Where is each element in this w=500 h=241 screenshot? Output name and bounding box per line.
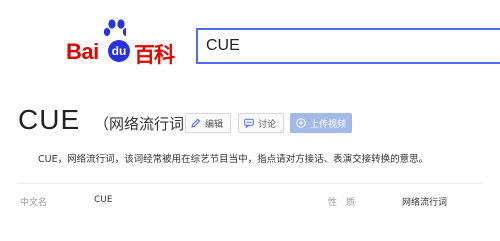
upload-video-button[interactable]: 上传视频 — [290, 113, 352, 133]
header: Bai du 百科 — [0, 0, 500, 88]
discuss-button-label: 讨论 — [258, 119, 277, 130]
edit-button[interactable]: 编辑 — [185, 113, 231, 133]
chinese-name-label: 中文名 — [20, 198, 48, 208]
plus-circle-icon — [296, 118, 306, 128]
entry-summary: CUE，网络流行词，该词经常被用在综艺节目当中，指点请对方接话、表演交接转换的意… — [38, 154, 429, 165]
nature-value: 网络流行词 — [402, 198, 448, 208]
chat-icon — [244, 118, 254, 128]
entry-subtitle: （网络流行词） — [94, 115, 200, 133]
logo-bai-text: Bai — [66, 39, 99, 64]
logo-baike-text: 百科 — [134, 43, 175, 67]
logo-du-badge: du — [108, 40, 130, 62]
upload-video-button-label: 上传视频 — [310, 119, 347, 130]
chinese-name-value: CUE — [94, 195, 113, 205]
nature-label: 性 质 — [328, 198, 356, 208]
divider — [18, 183, 482, 184]
pencil-icon — [191, 118, 201, 128]
search-box[interactable] — [196, 28, 500, 64]
search-input[interactable] — [198, 30, 500, 62]
baidu-baike-logo[interactable]: Bai du 百科 — [66, 18, 186, 70]
edit-button-label: 编辑 — [205, 119, 224, 130]
entry-title: CUE — [18, 104, 81, 135]
discuss-button[interactable]: 讨论 — [238, 113, 284, 133]
